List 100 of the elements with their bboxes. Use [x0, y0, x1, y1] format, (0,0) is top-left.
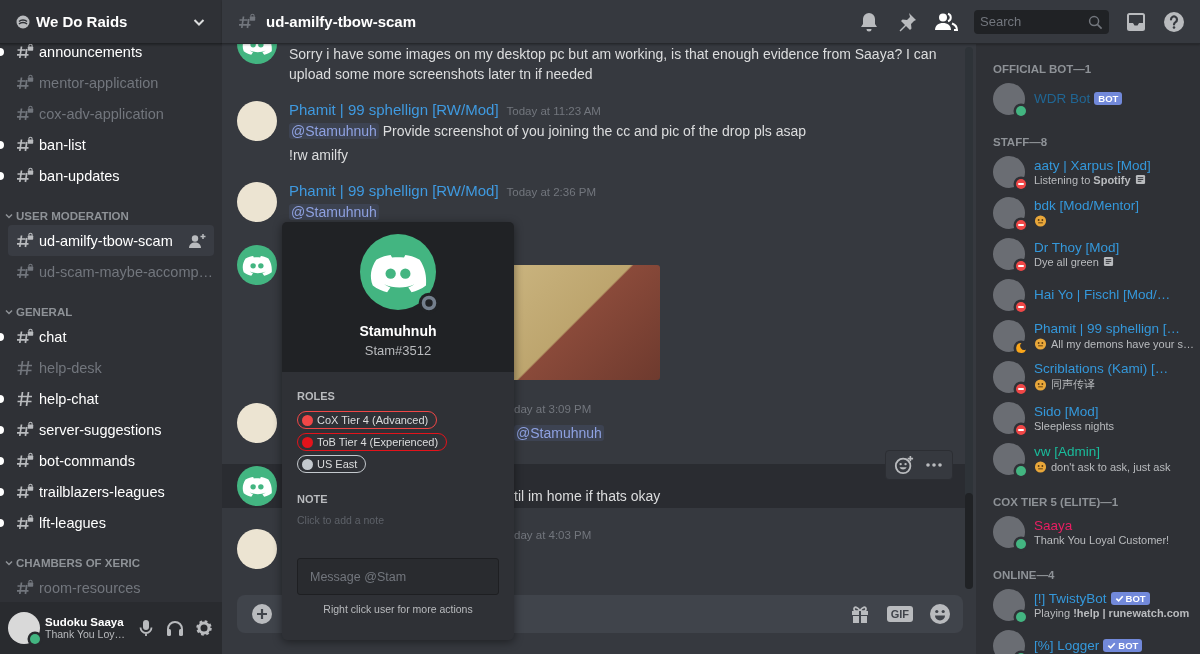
locked-channel-icon [16, 262, 34, 281]
member-name[interactable]: Phamit | 99 sphellign [… [1034, 321, 1181, 336]
member-name[interactable]: WDR Bot [1034, 91, 1091, 106]
username: Sudoku Saaya [45, 616, 124, 628]
notification-bell-icon[interactable] [858, 10, 880, 33]
headphones-icon[interactable] [165, 618, 185, 638]
help-icon[interactable] [1163, 10, 1185, 33]
message-text: Sorry i have some images on my desktop pc but am working, is that enough evidence from Saaya? I can upload some more screenshots later tn if needed [289, 45, 938, 84]
role-name: ToB Tier 4 (Experienced) [317, 436, 439, 448]
channel-hash-icon [16, 358, 34, 377]
settings-icon[interactable] [194, 618, 214, 638]
channel-item[interactable]: ud-scam-maybe-accomp… [8, 256, 214, 287]
member-activity: don't ask to ask, just ask [1051, 460, 1171, 473]
member-name[interactable]: bdk [Mod/Mentor] [1034, 198, 1140, 213]
channel-hash-icon [16, 389, 34, 408]
bot-badge: BOT [1094, 92, 1123, 105]
member-name[interactable]: Sido [Mod] [1034, 403, 1099, 419]
server-name: We Do Raids [36, 13, 129, 30]
user-mention[interactable]: @Stamuhnuh [289, 204, 379, 220]
user-mention[interactable]: @Stamuhnuh [514, 425, 604, 441]
channel-item[interactable]: ban-updates [8, 160, 214, 191]
locked-channel-icon [16, 482, 34, 501]
member-activity: All my demons have your s… [1051, 337, 1195, 350]
upload-plus-icon[interactable] [251, 603, 273, 625]
emoji-icon[interactable] [929, 603, 951, 625]
locked-channel-icon [16, 104, 34, 123]
inbox-icon[interactable] [1125, 10, 1147, 33]
chevron-icon[interactable] [4, 558, 14, 568]
channel-item[interactable]: help-desk [8, 352, 214, 383]
search-icon [1088, 14, 1103, 30]
channel-item[interactable]: mentor-application [8, 67, 214, 98]
add-reaction-icon[interactable] [894, 455, 914, 475]
profile-tag: Stam#3512 [364, 343, 432, 358]
member-name[interactable]: Dr Thoy [Mod] [1034, 239, 1120, 255]
channel-item[interactable]: room-resources [8, 572, 214, 602]
member-avatar [993, 196, 1025, 229]
channel-item[interactable]: server-suggestions [8, 414, 214, 445]
member-avatar [993, 442, 1025, 475]
locked-channel-icon [16, 420, 34, 439]
member-avatar [993, 278, 1025, 311]
section-heading: ROLES [297, 390, 336, 402]
bot-badge: BOT [1103, 639, 1143, 652]
members-icon[interactable] [934, 10, 958, 33]
locked-channel-icon [16, 327, 34, 346]
channel-item[interactable]: ban-list [8, 129, 214, 160]
role-name: US East [317, 458, 358, 470]
message-text: @Stamuhnuh Provide screenshot of you joining the cc and pic of the drop pls asap [289, 122, 808, 141]
member-name[interactable]: Hai Yo | Fischl [Mod/… [1034, 287, 1171, 302]
member-avatar [993, 588, 1025, 621]
verified-check-icon [1107, 641, 1117, 650]
section-heading: NOTE [297, 493, 329, 505]
channel-item[interactable]: bot-commands [8, 445, 214, 476]
gif-button[interactable]: GIF [886, 606, 913, 622]
category-label[interactable]: GENERAL [16, 306, 73, 318]
author-name[interactable]: Phamit | 99 sphellign [RW/Mod] [289, 182, 499, 199]
channel-item[interactable]: help-chat [8, 383, 214, 414]
locked-channel-icon [16, 73, 34, 92]
member-name[interactable]: Scriblations (Kami) [… [1034, 361, 1169, 376]
hint-text: Right click user for more actions [322, 603, 474, 615]
message-field[interactable]: Message @Stam [297, 558, 499, 595]
chevron-icon[interactable] [4, 307, 14, 317]
server-icon [16, 14, 30, 29]
channel-item[interactable]: lft-leagues [8, 507, 214, 538]
chevron-icon[interactable] [4, 211, 14, 221]
member-name[interactable]: aaty | Xarpus [Mod] [1034, 157, 1151, 173]
channel-item[interactable]: chat [8, 321, 214, 352]
member-activity: 同声传译 [1051, 377, 1095, 392]
member-name[interactable]: [!] TwistyBot [1034, 590, 1107, 606]
search-field[interactable]: Search [974, 9, 1109, 34]
timestamp: Today at 11:23 AM [506, 105, 601, 117]
category-label[interactable]: CHAMBERS OF XERIC [16, 557, 140, 569]
profile-name: Stamuhnuh [359, 323, 437, 339]
member-group-heading: OFFICIAL BOT—1 [992, 62, 1093, 77]
timestamp: day at 4:03 PM [514, 529, 592, 541]
author-name[interactable]: Phamit | 99 sphellign [RW/Mod] [289, 101, 499, 118]
member-name[interactable]: vw [Admin] [1034, 444, 1101, 459]
locked-channel-icon [238, 12, 256, 31]
locked-channel-icon [16, 513, 34, 532]
member-avatar [993, 401, 1025, 434]
locked-channel-icon [16, 44, 34, 61]
user-mention[interactable]: @Stamuhnuh [289, 123, 379, 139]
add-member-icon[interactable] [188, 232, 206, 249]
member-name[interactable]: Saaya [1034, 517, 1073, 533]
channel-item[interactable]: ud-amilfy-tbow-scam [8, 225, 214, 256]
member-activity: Playing !help | runewatch.com [1034, 606, 1190, 619]
channel-item[interactable]: cox-adv-application [8, 98, 214, 129]
category-label[interactable]: USER MODERATION [16, 210, 129, 222]
member-avatar [993, 237, 1025, 270]
user-status-text: Thank You Loy… [45, 628, 125, 640]
member-group-heading: ONLINE—4 [992, 568, 1056, 583]
member-avatar [993, 82, 1025, 115]
message-text: til im home if thats okay [514, 487, 662, 506]
channel-title: ud-amilfy-tbow-scam [266, 13, 417, 30]
member-group-heading: STAFF—8 [992, 135, 1049, 150]
locked-channel-icon [16, 231, 34, 250]
locked-channel-icon [16, 135, 34, 154]
locked-channel-icon [16, 451, 34, 470]
channel-item[interactable]: trailblazers-leagues [8, 476, 214, 507]
channel-item[interactable]: announcements [8, 44, 214, 67]
member-name[interactable]: [%] Logger [1034, 638, 1100, 653]
